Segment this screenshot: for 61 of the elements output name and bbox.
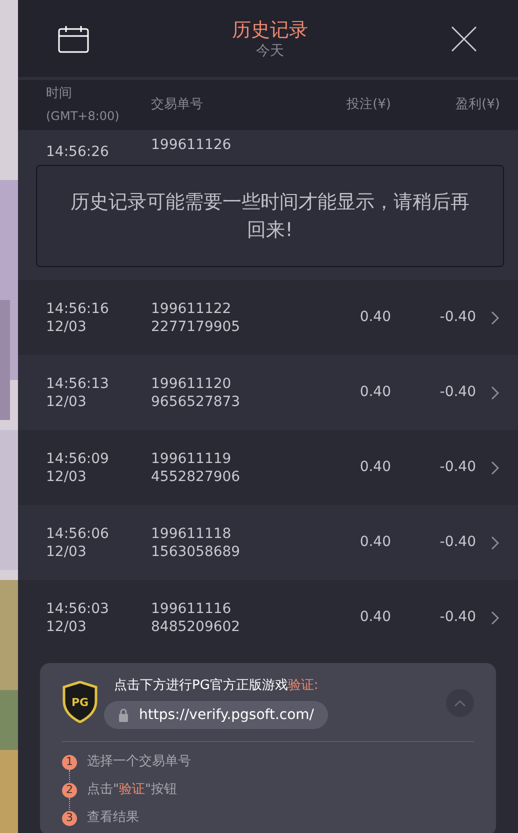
row-time: 14:56:26 [46, 143, 110, 161]
bet-amount: 0.40 [360, 609, 391, 625]
row-date: 12/03 [46, 392, 88, 410]
column-header: 时间 [46, 85, 73, 103]
chevron-right-icon[interactable] [490, 310, 500, 326]
transaction-id: 2277179905 [151, 318, 242, 336]
transaction-id: 9656527873 [151, 392, 242, 410]
step-text: 选择一个交易单号 [87, 754, 191, 770]
row-time: 14:56:13 [46, 374, 110, 392]
row-time: 14:56:06 [46, 524, 110, 542]
step-number: 2 [62, 782, 77, 798]
row-time: 14:56:03 [46, 600, 110, 618]
close-icon[interactable] [450, 24, 478, 52]
step-number: 3 [62, 810, 77, 826]
row-date: 12/03 [46, 468, 88, 486]
chevron-up-icon [454, 699, 466, 707]
lock-icon [118, 708, 129, 722]
profit-amount: -0.40 [440, 533, 476, 552]
profit-amount: -0.40 [440, 383, 476, 402]
column-subheader: (GMT+8:00) [46, 108, 120, 125]
header-subtitle: 今天 [256, 42, 284, 60]
step-number: 1 [62, 754, 77, 770]
row-date: 12/03 [46, 542, 88, 560]
profit-amount: -0.40 [440, 308, 476, 327]
shield-logo-icon: PG [62, 681, 98, 723]
row-date: 12/03 [46, 318, 88, 336]
column-header: 投注(¥) [346, 97, 391, 112]
transaction-id: 199611120 [151, 374, 232, 392]
chevron-right-icon[interactable] [490, 610, 500, 626]
calendar-icon[interactable] [58, 24, 90, 52]
bet-amount: 0.40 [360, 534, 391, 550]
transaction-id: 199611122 [151, 300, 232, 318]
step-text: 点击"验证"按钮 [87, 782, 177, 798]
history-row[interactable]: 14:56:26 199611126 [18, 130, 518, 162]
url-pill[interactable]: https://verify.pgsoft.com/ [104, 701, 328, 729]
transaction-id: 1563058689 [151, 542, 242, 560]
transaction-id: 199611119 [151, 450, 232, 468]
chevron-right-icon[interactable] [490, 384, 500, 400]
history-row[interactable]: 14:56:13 12/03 199611120 9656527873 0.40 -0.40 [18, 355, 518, 430]
verify-instruction: 点击下方进行PG官方正版游戏验证: [114, 677, 320, 695]
transaction-id: 4552827906 [151, 468, 242, 486]
bet-amount: 0.40 [360, 309, 391, 325]
row-time: 14:56:16 [46, 300, 110, 318]
profit-amount: -0.40 [440, 608, 476, 627]
transaction-id: 199611118 [151, 524, 232, 542]
bet-amount: 0.40 [360, 384, 391, 400]
row-time: 14:56:09 [46, 450, 110, 468]
step-text: 查看结果 [87, 810, 139, 826]
row-date: 12/03 [46, 618, 88, 636]
chevron-right-icon[interactable] [490, 460, 500, 476]
profit-amount: -0.40 [440, 458, 476, 477]
bet-amount: 0.40 [360, 459, 391, 475]
transaction-id: 8485209602 [151, 618, 242, 636]
header-title: 历史记录 [232, 18, 308, 42]
history-row[interactable]: 14:56:06 12/03 199611118 1563058689 0.40 -0.40 [18, 505, 518, 580]
transaction-id: 199611116 [151, 600, 232, 618]
history-toast: 历史记录可能需要一些时间才能显示，请稍后再回来! [36, 165, 504, 267]
column-header: 交易单号 [151, 97, 203, 112]
transaction-id: 199611126 [151, 136, 232, 154]
column-header: 盈利(¥) [456, 97, 500, 112]
chevron-right-icon[interactable] [490, 534, 500, 550]
